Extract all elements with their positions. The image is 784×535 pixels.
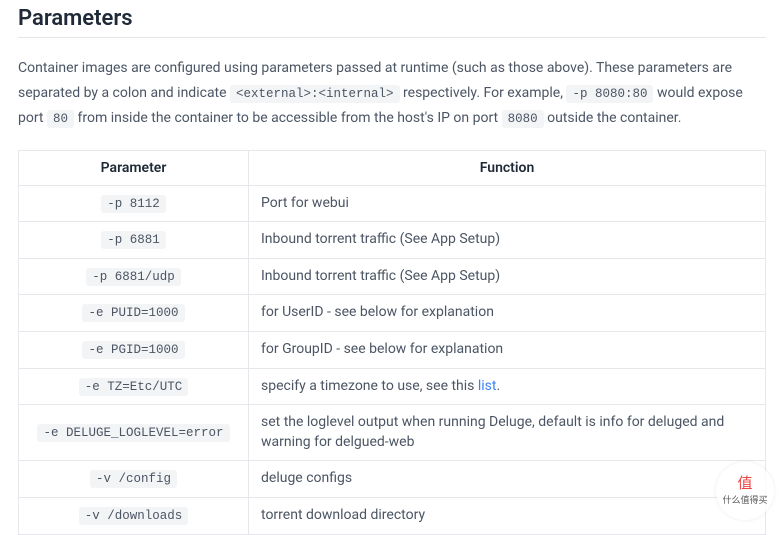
table-row: -v /config deluge configs [19,461,766,498]
table-row: -e TZ=Etc/UTC specify a timezone to use, … [19,368,766,405]
function-cell: Inbound torrent traffic (See App Setup) [249,258,766,295]
parameter-cell: -e TZ=Etc/UTC [19,368,249,405]
intro-text: respectively. For example, [403,85,566,101]
smzdm-icon: 值 [737,476,752,491]
function-cell: Port for webui [249,185,766,222]
parameter-cell: -v /config [19,461,249,498]
smzdm-watermark: 值 什么值得买 [716,462,774,520]
intro-text: from inside the container to be accessib… [77,110,501,126]
table-row: -v /downloads torrent download directory [19,497,766,534]
parameter-cell: -e PUID=1000 [19,295,249,332]
inline-code-external-internal: <external>:<internal> [230,85,400,103]
function-cell: for UserID - see below for explanation [249,295,766,332]
inline-code-port-example: -p 8080:80 [566,85,653,103]
parameter-code: -p 6881 [101,231,166,249]
function-text: specify a timezone to use, see this [261,378,478,394]
intro-text: outside the container. [547,110,681,126]
parameter-code: -e DELUGE_LOGLEVEL=error [37,424,229,442]
inline-code-port-80: 80 [47,110,74,128]
function-cell: set the loglevel output when running Del… [249,405,766,461]
section-heading: Parameters [18,6,766,31]
timezone-list-link[interactable]: list [478,378,497,394]
parameter-cell: -e DELUGE_LOGLEVEL=error [19,405,249,461]
table-row: -e PGID=1000 for GroupID - see below for … [19,331,766,368]
function-text: . [497,378,501,394]
parameter-code: -p 6881/udp [86,268,181,286]
parameter-cell: -e PGID=1000 [19,331,249,368]
function-cell: torrent download directory [249,497,766,534]
parameter-code: -p 8112 [101,195,166,213]
function-cell: for GroupID - see below for explanation [249,331,766,368]
table-header-row: Parameter Function [19,150,766,185]
parameter-code: -e PUID=1000 [82,304,184,322]
table-row: -e PUID=1000 for UserID - see below for e… [19,295,766,332]
parameter-code: -v /downloads [79,507,189,525]
function-cell: specify a timezone to use, see this list… [249,368,766,405]
table-row: -p 8112 Port for webui [19,185,766,222]
table-row: -p 6881/udp Inbound torrent traffic (See … [19,258,766,295]
function-cell: deluge configs [249,461,766,498]
parameter-code: -e PGID=1000 [82,341,184,359]
parameter-cell: -p 6881/udp [19,258,249,295]
table-row: -p 6881 Inbound torrent traffic (See App … [19,222,766,259]
parameter-cell: -p 8112 [19,185,249,222]
parameter-code: -v /config [90,470,177,488]
table-row: -e DELUGE_LOGLEVEL=error set the loglevel… [19,405,766,461]
column-header-parameter: Parameter [19,150,249,185]
parameter-cell: -p 6881 [19,222,249,259]
intro-paragraph: Container images are configured using pa… [18,56,766,132]
column-header-function: Function [249,150,766,185]
parameter-cell: -v /downloads [19,497,249,534]
parameter-code: -e TZ=Etc/UTC [79,378,189,396]
function-cell: Inbound torrent traffic (See App Setup) [249,222,766,259]
smzdm-text: 什么值得买 [722,493,767,506]
parameters-table: Parameter Function -p 8112 Port for webui… [18,150,766,535]
heading-divider [18,37,766,38]
inline-code-port-8080: 8080 [502,110,544,128]
